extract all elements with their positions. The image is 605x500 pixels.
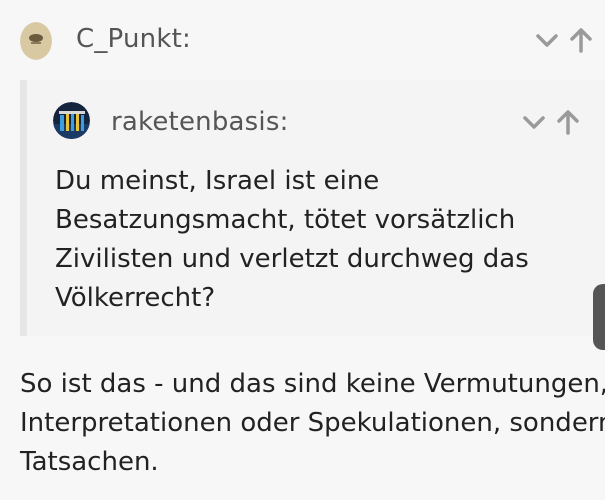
post-body-line: So ist das - und das sind keine Vermutun… xyxy=(20,369,605,399)
author-avatar[interactable] xyxy=(20,22,52,60)
post-body-line: Tatsachen. xyxy=(20,447,159,477)
arrow-up-icon[interactable] xyxy=(556,109,580,135)
avatar-image xyxy=(53,102,90,139)
quote-line: Du meinst, Israel ist eine xyxy=(55,166,380,196)
quote-text: Du meinst, Israel ist eine Besatzungsmac… xyxy=(55,162,575,318)
avatar-image xyxy=(20,22,52,60)
post-body: So ist das - und das sind keine Vermutun… xyxy=(20,365,605,482)
chevron-down-icon[interactable] xyxy=(535,28,559,52)
quote-line: Völkerrecht? xyxy=(55,283,216,313)
post-author-name[interactable]: C_Punkt: xyxy=(76,24,191,54)
quote-author-avatar[interactable] xyxy=(53,102,90,139)
quote-line: Besatzungsmacht, tötet vorsätzlich xyxy=(55,205,516,235)
post-body-line: Interpretationen oder Spekulationen, son… xyxy=(20,408,605,438)
timeline-handle[interactable] xyxy=(593,284,605,350)
chevron-down-icon[interactable] xyxy=(522,110,546,134)
quote-author-name[interactable]: raketenbasis: xyxy=(111,107,289,137)
quote-line: Zivilisten und verletzt durchweg das xyxy=(55,244,529,274)
arrow-up-icon[interactable] xyxy=(569,27,593,53)
